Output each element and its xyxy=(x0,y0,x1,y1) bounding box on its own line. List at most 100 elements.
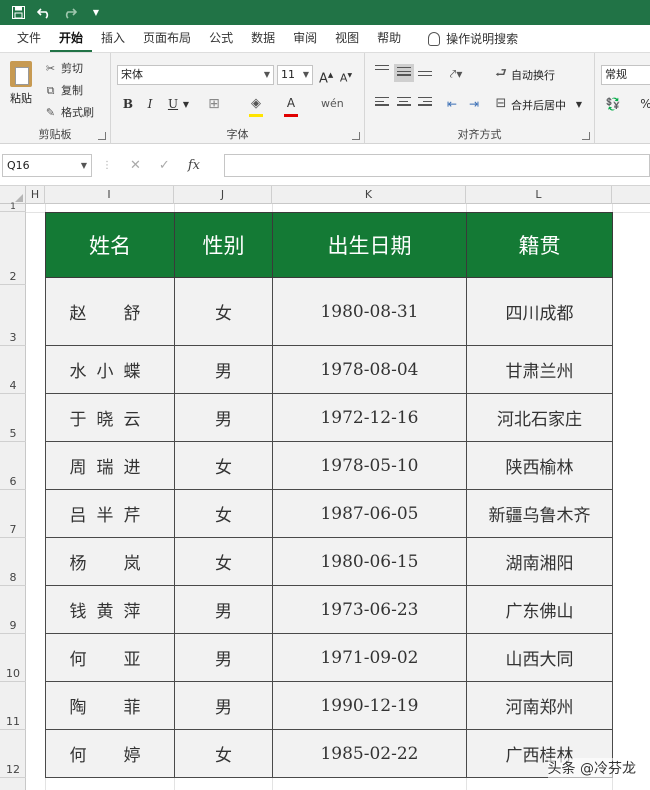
cancel-icon[interactable]: ✕ xyxy=(130,158,141,173)
copy-button[interactable]: ⧉ 复制 xyxy=(44,82,83,98)
tab-insert[interactable]: 插入 xyxy=(92,25,134,52)
alignment-launcher-icon[interactable] xyxy=(582,132,590,140)
cell-birthdate[interactable]: 1980-08-31 xyxy=(272,277,467,346)
align-middle-icon[interactable] xyxy=(394,64,414,82)
header-gender[interactable]: 性别 xyxy=(174,212,273,278)
cell-name[interactable]: 钱黄萍 xyxy=(45,585,175,634)
orientation-icon[interactable]: ⤤▾ xyxy=(445,65,467,85)
increase-indent-icon[interactable]: ⇥ xyxy=(465,95,483,115)
font-launcher-icon[interactable] xyxy=(352,132,360,140)
row-header-9[interactable]: 9 xyxy=(0,586,26,634)
column-header-j[interactable]: J xyxy=(174,186,272,204)
tab-page-layout[interactable]: 页面布局 xyxy=(134,25,200,52)
cell-hometown[interactable]: 甘肃兰州 xyxy=(466,345,613,394)
decrease-font-icon[interactable]: A▼ xyxy=(339,67,353,87)
cell-name[interactable]: 于晓云 xyxy=(45,393,175,442)
cell-gender[interactable]: 男 xyxy=(174,345,273,394)
borders-icon[interactable]: ⊞ xyxy=(205,95,223,115)
row-header-4[interactable]: 4 xyxy=(0,346,26,394)
row-header-5[interactable]: 5 xyxy=(0,394,26,442)
tab-file[interactable]: 文件 xyxy=(8,25,50,52)
merge-center-button[interactable]: 合并后居中 xyxy=(511,97,566,113)
row-header-12[interactable]: 12 xyxy=(0,730,26,778)
fill-color-icon[interactable]: ◈ xyxy=(248,95,264,115)
cell-birthdate[interactable]: 1972-12-16 xyxy=(272,393,467,442)
cell-birthdate[interactable]: 1980-06-15 xyxy=(272,537,467,586)
row-header-11[interactable]: 11 xyxy=(0,682,26,730)
align-right-icon[interactable] xyxy=(418,97,432,109)
italic-button[interactable]: I xyxy=(143,95,157,115)
header-hometown[interactable]: 籍贯 xyxy=(466,212,613,278)
cell-gender[interactable]: 男 xyxy=(174,585,273,634)
align-bottom-icon[interactable] xyxy=(418,71,432,83)
cut-button[interactable]: ✂ 剪切 xyxy=(44,60,83,76)
number-format-select[interactable]: 常规 xyxy=(601,65,650,85)
row-header-2[interactable]: 2 xyxy=(0,212,26,285)
cell-gender[interactable]: 女 xyxy=(174,537,273,586)
resize-handle-icon[interactable]: ⋮ xyxy=(102,160,112,171)
cell-gender[interactable]: 女 xyxy=(174,489,273,538)
font-size-select[interactable]: 11 ▼ xyxy=(277,65,313,85)
paste-button[interactable]: 粘贴 xyxy=(6,61,36,106)
formula-input[interactable] xyxy=(224,154,650,177)
column-header-l[interactable]: L xyxy=(466,186,612,204)
currency-icon[interactable]: 💱 xyxy=(603,95,623,115)
align-top-icon[interactable] xyxy=(375,65,389,77)
cell-hometown[interactable]: 河北石家庄 xyxy=(466,393,613,442)
row-header-1[interactable]: 1 xyxy=(0,203,26,212)
chevron-down-icon[interactable]: ▼ xyxy=(575,96,583,116)
cell-hometown[interactable]: 湖南湘阳 xyxy=(466,537,613,586)
row-header-10[interactable]: 10 xyxy=(0,634,26,682)
phonetic-icon[interactable]: wén xyxy=(321,95,344,115)
font-name-select[interactable]: 宋体 ▼ xyxy=(117,65,274,85)
merge-icon[interactable]: ⊟ xyxy=(494,95,508,115)
cell-birthdate[interactable]: 1978-08-04 xyxy=(272,345,467,394)
cell-birthdate[interactable]: 1978-05-10 xyxy=(272,441,467,490)
cell-name[interactable]: 赵 舒 xyxy=(45,277,175,346)
header-name[interactable]: 姓名 xyxy=(45,212,175,278)
cell-name[interactable]: 周瑞进 xyxy=(45,441,175,490)
cell-gender[interactable]: 女 xyxy=(174,277,273,346)
tab-help[interactable]: 帮助 xyxy=(368,25,410,52)
redo-icon[interactable] xyxy=(62,5,78,21)
cell-name[interactable]: 何 亚 xyxy=(45,633,175,682)
tab-formulas[interactable]: 公式 xyxy=(200,25,242,52)
cell-hometown[interactable]: 陕西榆林 xyxy=(466,441,613,490)
customize-toolbar-icon[interactable]: ▼ xyxy=(88,5,104,21)
cell-hometown[interactable]: 山西大同 xyxy=(466,633,613,682)
cell-name[interactable]: 杨 岚 xyxy=(45,537,175,586)
cell-name[interactable]: 陶 菲 xyxy=(45,681,175,730)
percent-button[interactable]: % xyxy=(639,95,650,115)
increase-font-icon[interactable]: A▲ xyxy=(319,66,333,86)
row-header-6[interactable]: 6 xyxy=(0,442,26,490)
cell-gender[interactable]: 男 xyxy=(174,393,273,442)
align-center-icon[interactable] xyxy=(397,97,411,109)
insert-function-button[interactable]: fx xyxy=(188,158,200,173)
wrap-text-button[interactable]: 自动换行 xyxy=(511,67,555,83)
row-header-7[interactable]: 7 xyxy=(0,490,26,538)
cell-birthdate[interactable]: 1990-12-19 xyxy=(272,681,467,730)
cell-hometown[interactable]: 广东佛山 xyxy=(466,585,613,634)
format-painter-button[interactable]: ✎ 格式刷 xyxy=(44,104,94,120)
cell-name[interactable]: 水小蝶 xyxy=(45,345,175,394)
save-icon[interactable] xyxy=(10,5,26,21)
cell-birthdate[interactable]: 1987-06-05 xyxy=(272,489,467,538)
enter-icon[interactable]: ✓ xyxy=(159,158,170,173)
tab-view[interactable]: 视图 xyxy=(326,25,368,52)
wrap-text-icon[interactable]: ⮐ xyxy=(494,65,508,85)
undo-icon[interactable] xyxy=(36,5,52,21)
tell-me-search[interactable]: 操作说明搜索 xyxy=(410,30,518,47)
decrease-indent-icon[interactable]: ⇤ xyxy=(443,95,461,115)
column-header-h[interactable]: H xyxy=(26,186,45,204)
cell-birthdate[interactable]: 1973-06-23 xyxy=(272,585,467,634)
row-header-3[interactable]: 3 xyxy=(0,285,26,346)
chevron-down-icon[interactable]: ▼ xyxy=(182,96,190,116)
row-header-8[interactable]: 8 xyxy=(0,538,26,586)
cell-gender[interactable]: 女 xyxy=(174,729,273,778)
cell-gender[interactable]: 男 xyxy=(174,681,273,730)
cell-hometown[interactable]: 新疆乌鲁木齐 xyxy=(466,489,613,538)
tab-review[interactable]: 审阅 xyxy=(284,25,326,52)
cell-birthdate[interactable]: 1985-02-22 xyxy=(272,729,467,778)
cell-hometown[interactable]: 四川成都 xyxy=(466,277,613,346)
header-birthdate[interactable]: 出生日期 xyxy=(272,212,467,278)
